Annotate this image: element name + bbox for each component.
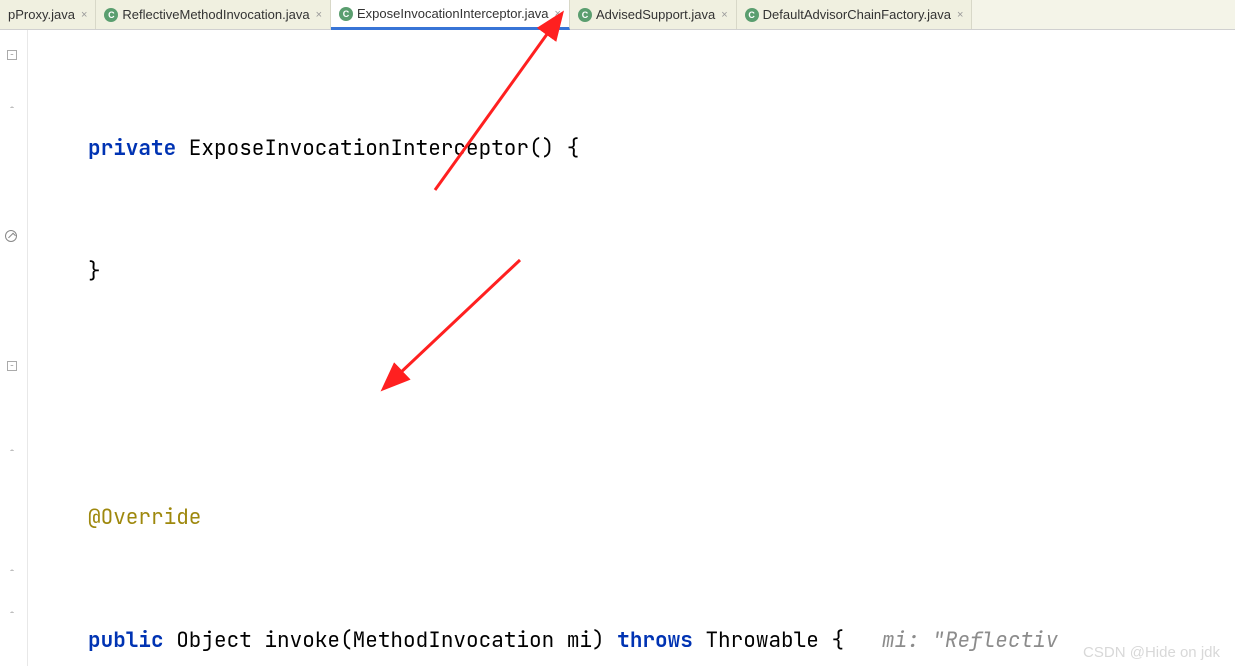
inline-hint: mi: "Reflectiv [882, 627, 1058, 654]
tab-label: pProxy.java [8, 7, 75, 22]
java-class-icon: C [578, 8, 592, 22]
close-icon[interactable]: × [721, 9, 727, 21]
tab-label: AdvisedSupport.java [596, 7, 715, 22]
code-line[interactable]: } [28, 251, 1235, 292]
fold-marker-icon[interactable]: − [3, 50, 21, 64]
fold-end-icon[interactable]: ⌃ [3, 610, 21, 624]
fold-marker-icon[interactable]: − [3, 361, 21, 375]
close-icon[interactable]: × [957, 9, 963, 21]
keyword: throws [617, 627, 693, 654]
keyword: public [88, 627, 164, 654]
tab-label: ExposeInvocationInterceptor.java [357, 6, 549, 21]
gutter[interactable]: − ⌃ − ⌃ ⌃ ⌃ [0, 30, 28, 666]
tab-label: ReflectiveMethodInvocation.java [122, 7, 309, 22]
tab-reflective[interactable]: C ReflectiveMethodInvocation.java × [96, 0, 331, 29]
tab-default[interactable]: C DefaultAdvisorChainFactory.java × [737, 0, 973, 29]
code-text: Object [164, 627, 265, 654]
code-text: invoke(MethodInvocation mi) [264, 627, 617, 654]
override-marker-icon[interactable] [3, 230, 21, 244]
java-class-icon: C [339, 7, 353, 21]
fold-end-icon[interactable]: ⌃ [3, 568, 21, 582]
watermark: CSDN @Hide on jdk [1083, 644, 1220, 661]
editor-area: − ⌃ − ⌃ ⌃ ⌃ private ExposeInvocationInte… [0, 30, 1235, 666]
code-line[interactable]: @Override [28, 497, 1235, 538]
tab-advised[interactable]: C AdvisedSupport.java × [570, 0, 737, 29]
tab-expose[interactable]: C ExposeInvocationInterceptor.java × [331, 0, 570, 30]
code-text: Throwable { [693, 627, 882, 654]
java-class-icon: C [104, 8, 118, 22]
code-text: ExposeInvocationInterceptor() { [176, 135, 579, 162]
code-line[interactable] [28, 374, 1235, 415]
fold-end-icon[interactable]: ⌃ [3, 105, 21, 119]
code-content[interactable]: private ExposeInvocationInterceptor() { … [28, 30, 1235, 666]
close-icon[interactable]: × [555, 8, 561, 20]
keyword: private [88, 135, 176, 162]
tab-bar: pProxy.java × C ReflectiveMethodInvocati… [0, 0, 1235, 30]
code-line[interactable]: public Object invoke(MethodInvocation mi… [28, 620, 1235, 661]
java-class-icon: C [745, 8, 759, 22]
close-icon[interactable]: × [316, 9, 322, 21]
code-text: } [88, 258, 101, 285]
fold-end-icon[interactable]: ⌃ [3, 448, 21, 462]
tab-label: DefaultAdvisorChainFactory.java [763, 7, 951, 22]
annotation: @Override [88, 504, 201, 531]
tab-pproxy[interactable]: pProxy.java × [0, 0, 96, 29]
code-line[interactable]: private ExposeInvocationInterceptor() { [28, 128, 1235, 169]
close-icon[interactable]: × [81, 9, 87, 21]
